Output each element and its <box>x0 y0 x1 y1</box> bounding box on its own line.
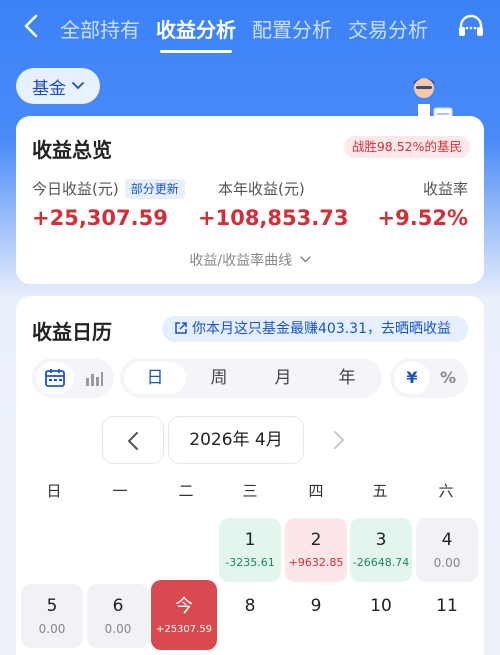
day-profit: 0.00 <box>38 622 66 636</box>
weekday-thu: 四 <box>308 482 324 500</box>
today-profit-value: +25,307.59 <box>32 206 168 230</box>
today-profit-label: 今日收益(元) 部分更新 <box>32 178 185 199</box>
tab-all-holdings[interactable]: 全部持有 <box>60 14 140 43</box>
calendar-day[interactable]: 9 <box>285 584 347 648</box>
calendar-day[interactable]: 5 0.00 <box>21 584 83 648</box>
partial-update-tag: 部分更新 <box>124 179 185 199</box>
period-year[interactable]: 年 <box>316 362 378 394</box>
tab-trade-analysis[interactable]: 交易分析 <box>348 14 428 43</box>
period-selector: 日 周 月 年 <box>120 358 382 398</box>
day-number: 今 <box>175 596 193 617</box>
calendar-title: 收益日历 <box>32 320 112 344</box>
calendar-day[interactable]: 2 +9632.85 <box>285 518 347 582</box>
share-icon <box>175 322 187 334</box>
calendar-day[interactable]: 8 <box>219 584 281 648</box>
fund-type-label: 基金 <box>32 78 66 99</box>
today-profit-label-text: 今日收益(元) <box>32 180 119 198</box>
calendar-day[interactable]: 3 -26648.74 <box>350 518 412 582</box>
prev-month-button[interactable] <box>102 416 164 464</box>
return-rate-value: +9.52% <box>377 206 468 230</box>
view-toggle <box>32 358 114 398</box>
calendar-icon[interactable] <box>45 368 65 388</box>
day-number: 8 <box>244 596 256 616</box>
unit-amount-option[interactable]: ¥ <box>394 362 430 394</box>
day-profit: +25307.59 <box>155 624 213 635</box>
weekday-wed: 三 <box>242 482 258 500</box>
tab-allocation-analysis[interactable]: 配置分析 <box>252 14 332 43</box>
tab-profit-analysis[interactable]: 收益分析 <box>156 14 236 53</box>
day-profit: 0.00 <box>104 622 132 636</box>
period-day[interactable]: 日 <box>124 362 186 394</box>
weekday-fri: 五 <box>372 482 388 500</box>
day-number: 3 <box>375 530 387 550</box>
chevron-left-icon[interactable] <box>18 12 46 40</box>
bar-chart-icon[interactable] <box>84 368 104 388</box>
day-number: 6 <box>112 596 124 616</box>
share-profit-text: 你本月这只基金最赚403.31，去晒晒收益 <box>192 321 451 337</box>
calendar-day[interactable]: 6 0.00 <box>87 584 149 648</box>
calendar-day[interactable]: 4 0.00 <box>416 518 478 582</box>
period-month[interactable]: 月 <box>252 362 314 394</box>
day-number: 4 <box>441 530 453 550</box>
year-profit-value: +108,853.73 <box>198 206 349 230</box>
day-number: 1 <box>244 530 256 550</box>
calendar-day[interactable]: 10 <box>350 584 412 648</box>
weekday-sun: 日 <box>46 482 62 500</box>
calendar-day[interactable]: 1 -3235.61 <box>219 518 281 582</box>
share-profit-banner[interactable]: 你本月这只基金最赚403.31，去晒晒收益 <box>162 316 468 342</box>
day-profit: -26648.74 <box>352 556 410 569</box>
profit-curve-link-label: 收益/收益率曲线 <box>189 253 293 269</box>
day-profit: +9632.85 <box>288 556 344 569</box>
chevron-down-icon <box>299 256 311 263</box>
chevron-right-icon <box>334 431 345 449</box>
calendar-day-today[interactable]: 今 +25307.59 <box>151 580 217 650</box>
headset-icon[interactable] <box>456 12 486 42</box>
top-nav: 全部持有 收益分析 配置分析 交易分析 <box>0 0 500 54</box>
unit-toggle: ¥ % <box>390 358 468 398</box>
unit-percent-option[interactable]: % <box>430 362 466 394</box>
weekday-tue: 二 <box>178 482 194 500</box>
day-number: 11 <box>436 596 458 616</box>
chevron-left-icon <box>127 432 138 450</box>
calendar-day[interactable]: 11 <box>416 584 478 648</box>
day-number: 5 <box>46 596 58 616</box>
day-number: 9 <box>310 596 322 616</box>
beat-percent-badge: 战胜98.52%的基民 <box>343 136 470 158</box>
profit-calendar-card: 收益日历 你本月这只基金最赚403.31，去晒晒收益 日 周 月 年 ¥ % 2… <box>16 296 484 655</box>
tab-bar: 全部持有 收益分析 配置分析 交易分析 <box>60 14 428 53</box>
weekday-sat: 六 <box>438 482 454 500</box>
period-week[interactable]: 周 <box>188 362 250 394</box>
day-profit: 0.00 <box>433 556 461 570</box>
current-month[interactable]: 2026年 4月 <box>168 416 304 464</box>
year-profit-label: 本年收益(元) <box>218 180 305 198</box>
return-rate-label: 收益率 <box>422 180 468 198</box>
day-number: 10 <box>370 596 392 616</box>
weekday-mon: 一 <box>112 482 128 500</box>
overview-title: 收益总览 <box>32 138 112 162</box>
next-month-button[interactable] <box>308 416 370 464</box>
fund-type-dropdown[interactable]: 基金 <box>16 68 100 104</box>
profit-overview-card: 收益总览 战胜98.52%的基民 今日收益(元) 部分更新 本年收益(元) 收益率… <box>16 116 484 284</box>
day-profit: -3235.61 <box>225 556 275 569</box>
day-number: 2 <box>310 530 322 550</box>
profit-curve-link[interactable]: 收益/收益率曲线 <box>16 250 484 270</box>
chevron-down-icon <box>72 82 84 90</box>
